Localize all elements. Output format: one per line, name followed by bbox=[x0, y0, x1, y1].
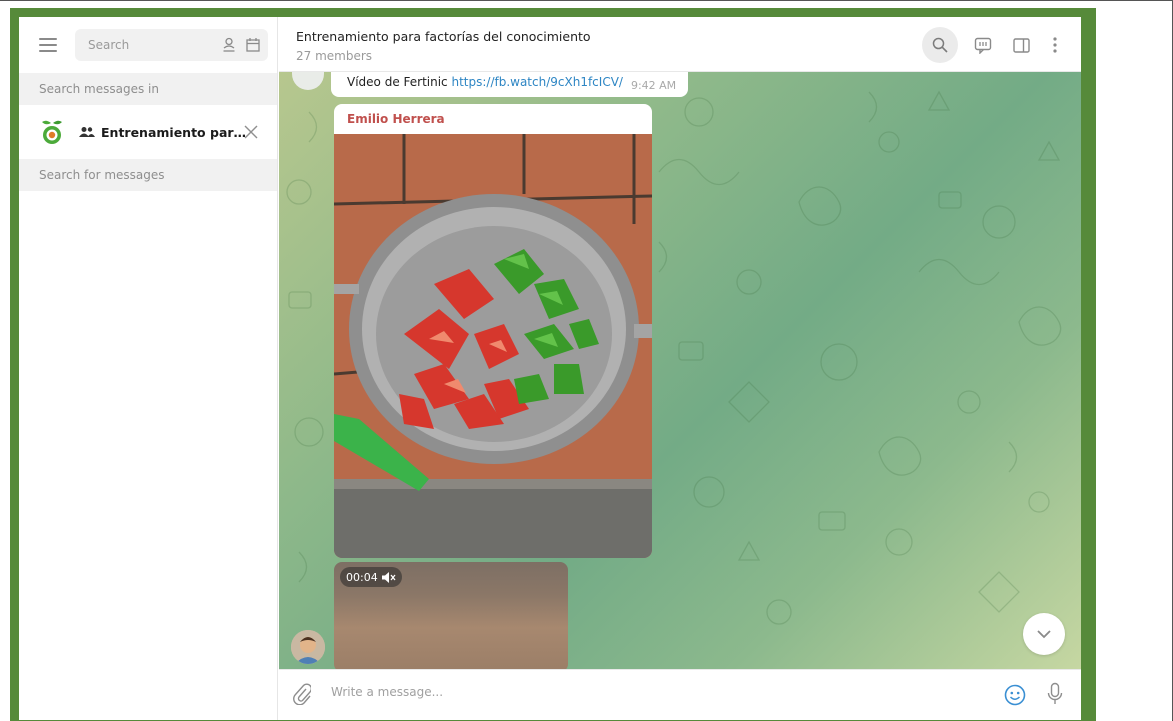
sidebar: Search messages in Entrenamiento par… bbox=[19, 17, 278, 720]
chat-item-entrenamiento[interactable]: Entrenamiento par… bbox=[19, 105, 277, 159]
sender-avatar-bottom[interactable] bbox=[291, 630, 325, 664]
message-composer bbox=[279, 669, 1081, 720]
sender-name[interactable]: Emilio Herrera bbox=[347, 112, 445, 126]
message-input[interactable] bbox=[331, 685, 931, 699]
message-area[interactable]: Vídeo de Fertinic https://fb.watch/9cXh1… bbox=[279, 72, 1081, 669]
search-button[interactable] bbox=[922, 27, 958, 63]
search-filter-icons bbox=[222, 37, 260, 52]
comments-button[interactable] bbox=[965, 27, 1001, 63]
photo-message[interactable]: Emilio Herrera bbox=[334, 104, 652, 558]
message-time: 9:42 AM bbox=[630, 79, 677, 92]
video-duration: 00:04 bbox=[346, 570, 378, 584]
calendar-icon[interactable] bbox=[246, 37, 260, 52]
chat-title[interactable]: Entrenamiento para factorías del conocim… bbox=[296, 29, 591, 44]
microphone-icon[interactable] bbox=[1047, 682, 1063, 706]
telegram-app: Search messages in Entrenamiento par… bbox=[19, 17, 1081, 720]
message-text: Vídeo de Fertinic bbox=[347, 75, 452, 89]
paperclip-icon[interactable] bbox=[293, 683, 311, 705]
message-bubble-link: Vídeo de Fertinic https://fb.watch/9cXh1… bbox=[331, 72, 689, 97]
chat-panel: Entrenamiento para factorías del conocim… bbox=[279, 17, 1081, 720]
chevron-down-icon bbox=[1037, 630, 1051, 639]
search-input[interactable] bbox=[88, 38, 198, 52]
comments-icon bbox=[974, 37, 992, 54]
chat-item-name: Entrenamiento par… bbox=[101, 124, 247, 140]
close-icon[interactable] bbox=[243, 124, 259, 140]
avatar-photo bbox=[291, 630, 325, 664]
sidebar-toggle-button[interactable] bbox=[1003, 27, 1039, 63]
hamburger-menu-icon[interactable] bbox=[39, 38, 57, 52]
search-messages-in-label: Search messages in bbox=[19, 73, 277, 105]
scroll-down-button[interactable] bbox=[1023, 613, 1065, 655]
photo-image[interactable] bbox=[334, 134, 652, 558]
muted-speaker-icon[interactable] bbox=[381, 571, 396, 583]
video-message[interactable]: 00:04 bbox=[334, 562, 568, 669]
video-duration-badge[interactable]: 00:04 bbox=[340, 567, 402, 587]
group-icon bbox=[79, 127, 95, 137]
chat-header: Entrenamiento para factorías del conocim… bbox=[279, 17, 1081, 72]
message-link[interactable]: https://fb.watch/9cXh1fcICV/ bbox=[451, 75, 622, 89]
more-options-button[interactable] bbox=[1037, 27, 1073, 63]
group-avatar-logo bbox=[42, 120, 62, 144]
person-icon[interactable] bbox=[222, 37, 236, 52]
emoji-icon[interactable] bbox=[1004, 684, 1026, 706]
sidebar-top-bar bbox=[19, 17, 277, 73]
sidebar-toggle-icon bbox=[1012, 37, 1030, 53]
search-for-messages-label[interactable]: Search for messages bbox=[19, 159, 277, 191]
search-box[interactable] bbox=[75, 29, 268, 61]
more-vertical-icon bbox=[1053, 37, 1057, 53]
search-icon bbox=[932, 37, 948, 53]
member-count: 27 members bbox=[296, 49, 373, 63]
